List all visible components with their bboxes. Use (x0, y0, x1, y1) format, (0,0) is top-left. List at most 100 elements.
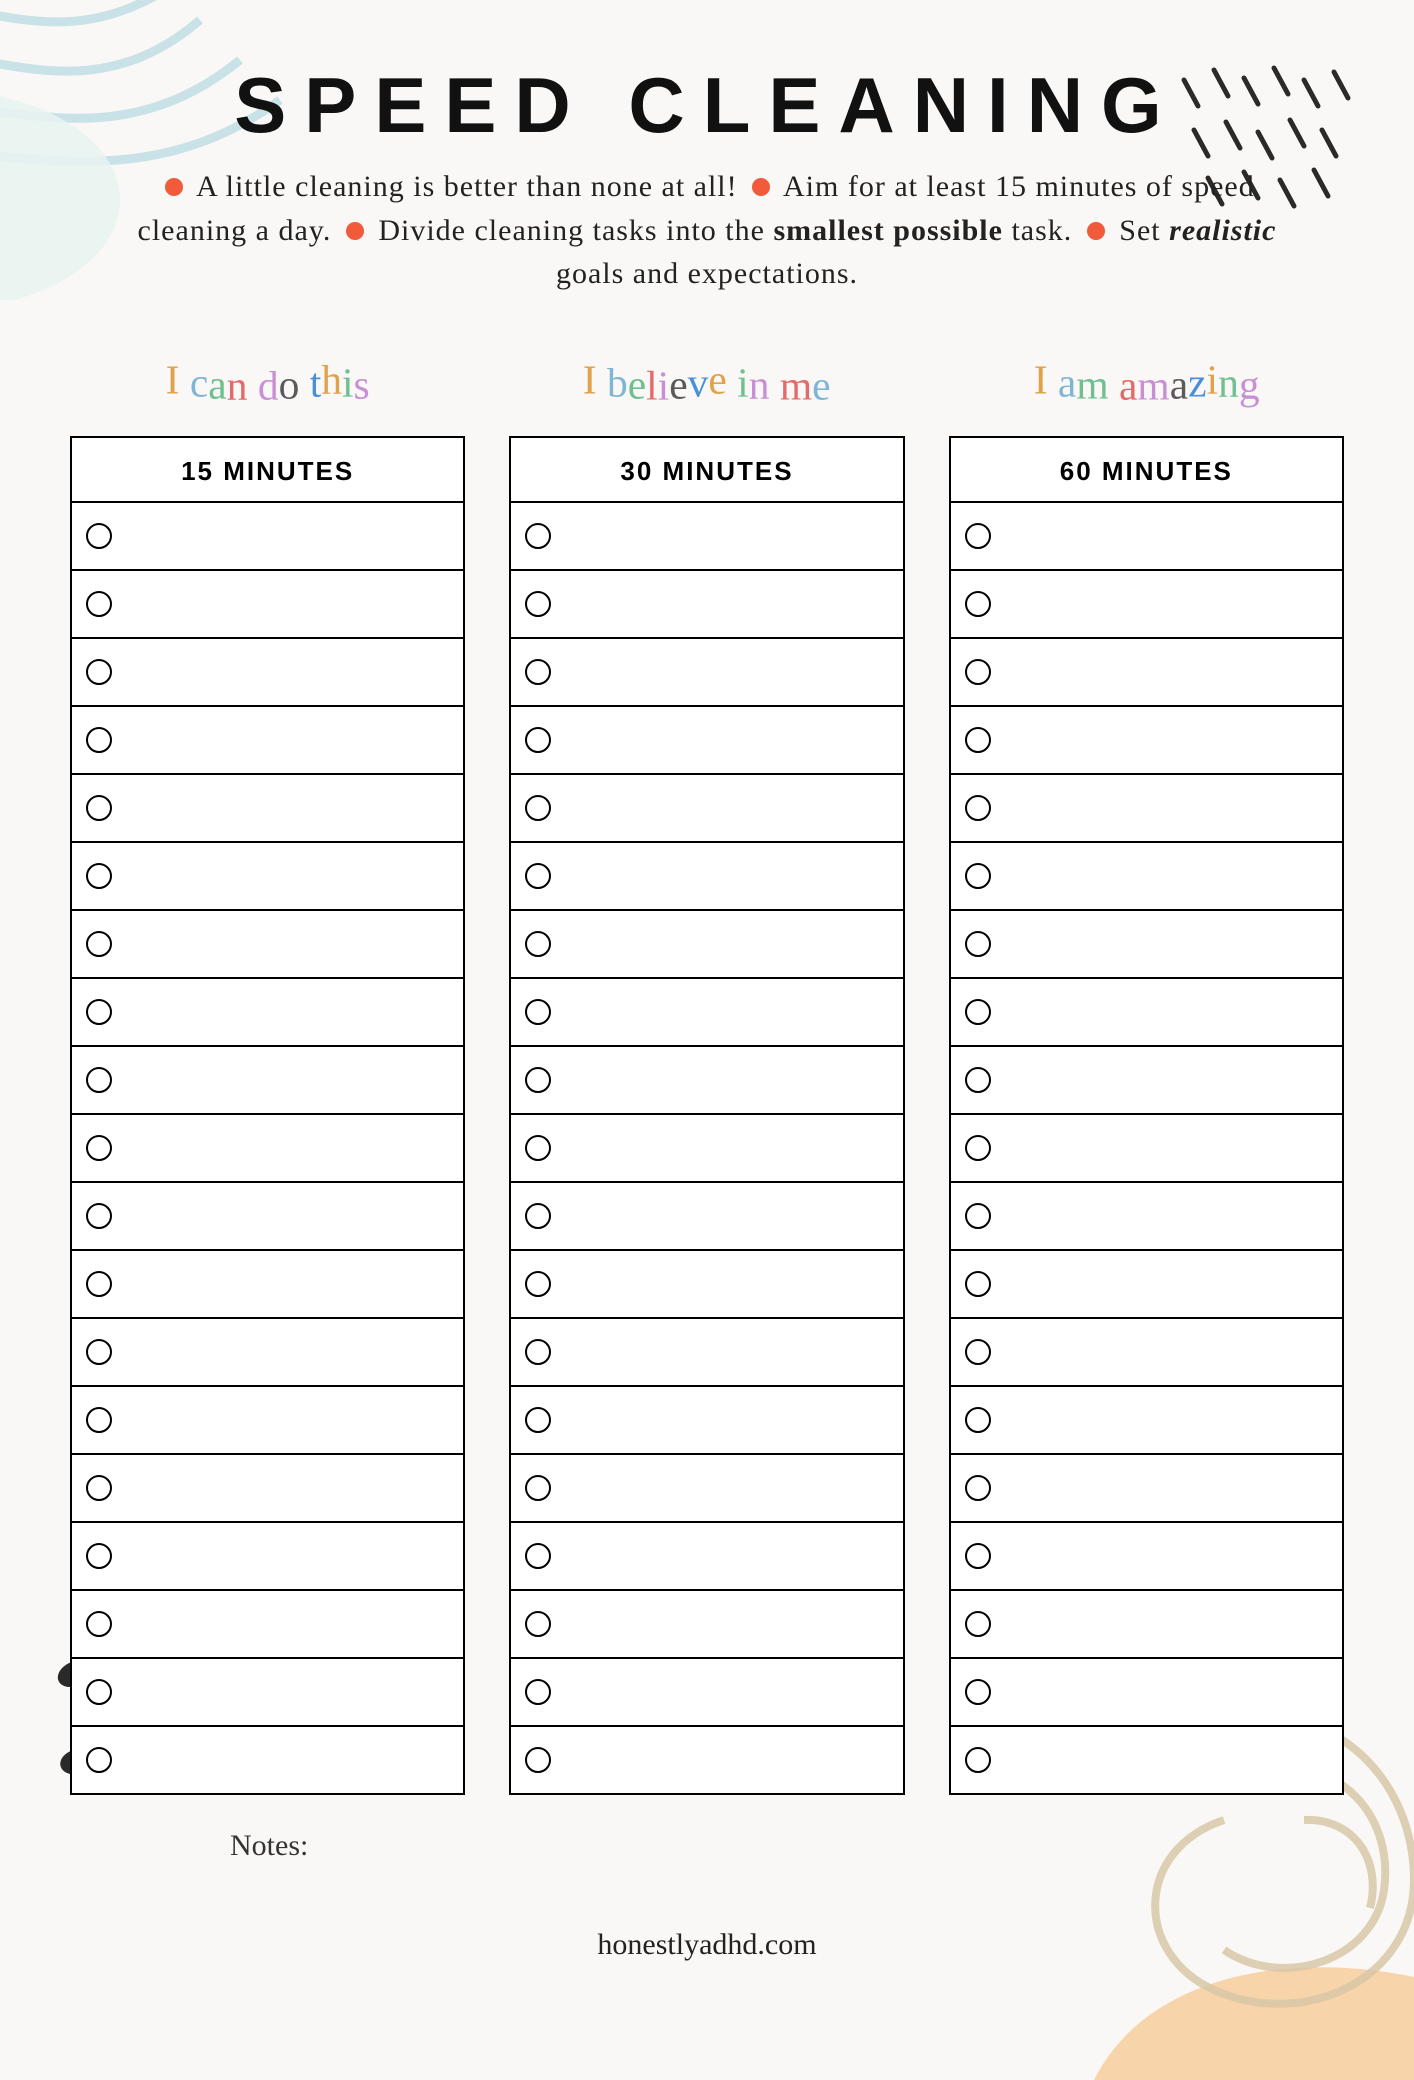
checkbox-circle[interactable] (965, 863, 991, 889)
checkbox-circle[interactable] (86, 931, 112, 957)
checkbox-circle[interactable] (86, 1543, 112, 1569)
checkbox-circle[interactable] (965, 1271, 991, 1297)
checkbox-circle[interactable] (525, 863, 551, 889)
task-input[interactable] (124, 1319, 449, 1385)
task-input[interactable] (124, 1047, 449, 1113)
task-input[interactable] (124, 911, 449, 977)
checkbox-circle[interactable] (525, 659, 551, 685)
task-input[interactable] (1003, 1523, 1328, 1589)
task-input[interactable] (563, 571, 888, 637)
checkbox-circle[interactable] (965, 1067, 991, 1093)
checkbox-circle[interactable] (86, 1203, 112, 1229)
checkbox-circle[interactable] (965, 591, 991, 617)
checkbox-circle[interactable] (965, 659, 991, 685)
task-input[interactable] (563, 1319, 888, 1385)
checkbox-circle[interactable] (86, 999, 112, 1025)
checkbox-circle[interactable] (525, 1271, 551, 1297)
checkbox-circle[interactable] (965, 795, 991, 821)
checkbox-circle[interactable] (86, 1747, 112, 1773)
checkbox-circle[interactable] (965, 999, 991, 1025)
checkbox-circle[interactable] (525, 1203, 551, 1229)
task-input[interactable] (1003, 1183, 1328, 1249)
task-input[interactable] (563, 1727, 888, 1793)
task-input[interactable] (1003, 1251, 1328, 1317)
task-input[interactable] (124, 571, 449, 637)
checkbox-circle[interactable] (86, 1611, 112, 1637)
task-input[interactable] (1003, 1387, 1328, 1453)
checkbox-circle[interactable] (525, 523, 551, 549)
task-input[interactable] (124, 775, 449, 841)
task-input[interactable] (124, 1251, 449, 1317)
task-input[interactable] (124, 979, 449, 1045)
checkbox-circle[interactable] (965, 1679, 991, 1705)
task-input[interactable] (124, 1727, 449, 1793)
checkbox-circle[interactable] (525, 1067, 551, 1093)
task-input[interactable] (124, 1115, 449, 1181)
task-input[interactable] (1003, 775, 1328, 841)
task-input[interactable] (1003, 1319, 1328, 1385)
task-input[interactable] (124, 1659, 449, 1725)
checkbox-circle[interactable] (525, 1339, 551, 1365)
task-input[interactable] (563, 775, 888, 841)
task-input[interactable] (124, 1591, 449, 1657)
checkbox-circle[interactable] (965, 1475, 991, 1501)
checkbox-circle[interactable] (86, 1339, 112, 1365)
checkbox-circle[interactable] (86, 863, 112, 889)
checkbox-circle[interactable] (965, 1543, 991, 1569)
task-input[interactable] (124, 503, 449, 569)
task-input[interactable] (124, 1455, 449, 1521)
task-input[interactable] (124, 843, 449, 909)
task-input[interactable] (563, 1047, 888, 1113)
checkbox-circle[interactable] (965, 727, 991, 753)
task-input[interactable] (124, 639, 449, 705)
checkbox-circle[interactable] (965, 1747, 991, 1773)
checkbox-circle[interactable] (965, 1135, 991, 1161)
checkbox-circle[interactable] (525, 591, 551, 617)
checkbox-circle[interactable] (965, 1407, 991, 1433)
task-input[interactable] (563, 707, 888, 773)
checkbox-circle[interactable] (525, 1407, 551, 1433)
task-input[interactable] (563, 1455, 888, 1521)
checkbox-circle[interactable] (525, 1611, 551, 1637)
checkbox-circle[interactable] (525, 795, 551, 821)
checkbox-circle[interactable] (86, 1679, 112, 1705)
checkbox-circle[interactable] (965, 523, 991, 549)
task-input[interactable] (563, 639, 888, 705)
task-input[interactable] (1003, 1115, 1328, 1181)
task-input[interactable] (563, 1523, 888, 1589)
checkbox-circle[interactable] (965, 1339, 991, 1365)
task-input[interactable] (563, 1251, 888, 1317)
task-input[interactable] (1003, 979, 1328, 1045)
task-input[interactable] (563, 503, 888, 569)
task-input[interactable] (1003, 1727, 1328, 1793)
task-input[interactable] (1003, 639, 1328, 705)
task-input[interactable] (563, 1659, 888, 1725)
checkbox-circle[interactable] (525, 727, 551, 753)
checkbox-circle[interactable] (86, 1135, 112, 1161)
checkbox-circle[interactable] (86, 591, 112, 617)
checkbox-circle[interactable] (965, 1611, 991, 1637)
checkbox-circle[interactable] (525, 1543, 551, 1569)
checkbox-circle[interactable] (86, 1407, 112, 1433)
checkbox-circle[interactable] (86, 1271, 112, 1297)
task-input[interactable] (563, 1115, 888, 1181)
checkbox-circle[interactable] (86, 1475, 112, 1501)
task-input[interactable] (1003, 707, 1328, 773)
task-input[interactable] (563, 979, 888, 1045)
checkbox-circle[interactable] (965, 1203, 991, 1229)
task-input[interactable] (1003, 1455, 1328, 1521)
checkbox-circle[interactable] (525, 1747, 551, 1773)
task-input[interactable] (1003, 911, 1328, 977)
checkbox-circle[interactable] (525, 999, 551, 1025)
checkbox-circle[interactable] (86, 795, 112, 821)
task-input[interactable] (563, 843, 888, 909)
task-input[interactable] (124, 1523, 449, 1589)
checkbox-circle[interactable] (86, 523, 112, 549)
task-input[interactable] (563, 1183, 888, 1249)
checkbox-circle[interactable] (525, 1135, 551, 1161)
task-input[interactable] (1003, 1659, 1328, 1725)
task-input[interactable] (563, 1387, 888, 1453)
task-input[interactable] (1003, 1591, 1328, 1657)
checkbox-circle[interactable] (525, 931, 551, 957)
checkbox-circle[interactable] (86, 659, 112, 685)
